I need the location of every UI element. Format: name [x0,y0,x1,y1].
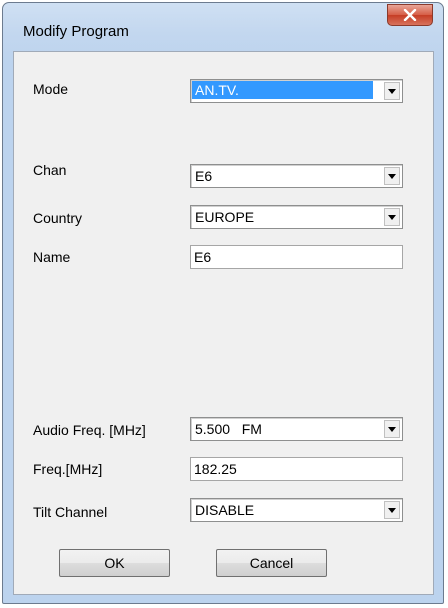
cancel-button[interactable]: Cancel [216,549,327,577]
ok-button[interactable]: OK [59,549,170,577]
chan-value: E6 [195,168,213,184]
tilt-channel-dropdown[interactable]: DISABLE [190,498,403,522]
mode-dropdown[interactable]: AN.TV. [190,79,403,103]
tilt-channel-value: DISABLE [195,502,255,518]
audio-freq-dropdown-arrow-icon[interactable] [384,420,400,438]
name-field[interactable] [190,245,403,269]
country-value: EUROPE [195,209,255,225]
close-button[interactable] [387,4,433,26]
chan-label: Chan [33,162,67,178]
tilt-channel-label: Tilt Channel [33,504,108,520]
tilt-channel-dropdown-arrow-icon[interactable] [384,501,400,519]
name-input[interactable] [194,249,394,265]
dialog-client-area: Mode AN.TV. Chan E6 Country EUROPE Name [13,51,434,595]
country-dropdown[interactable]: EUROPE [190,205,403,229]
dialog-window: Modify Program Mode AN.TV. Chan E6 Count… [2,2,444,604]
audio-freq-dropdown[interactable]: 5.500 FM [190,417,403,441]
mode-dropdown-arrow-icon[interactable] [384,82,400,100]
audio-freq-label: Audio Freq. [MHz] [33,422,146,438]
mode-value: AN.TV. [192,81,373,99]
name-label: Name [33,249,71,265]
window-title: Modify Program [23,23,129,40]
freq-label: Freq.[MHz] [33,461,103,477]
country-label: Country [33,210,83,226]
freq-input[interactable] [194,461,394,477]
country-dropdown-arrow-icon[interactable] [384,208,400,226]
close-x-icon [403,9,417,21]
audio-freq-value: 5.500 FM [195,421,262,437]
chan-dropdown[interactable]: E6 [190,164,403,188]
mode-label: Mode [33,81,69,97]
chan-dropdown-arrow-icon[interactable] [384,167,400,185]
freq-field[interactable] [190,457,403,481]
